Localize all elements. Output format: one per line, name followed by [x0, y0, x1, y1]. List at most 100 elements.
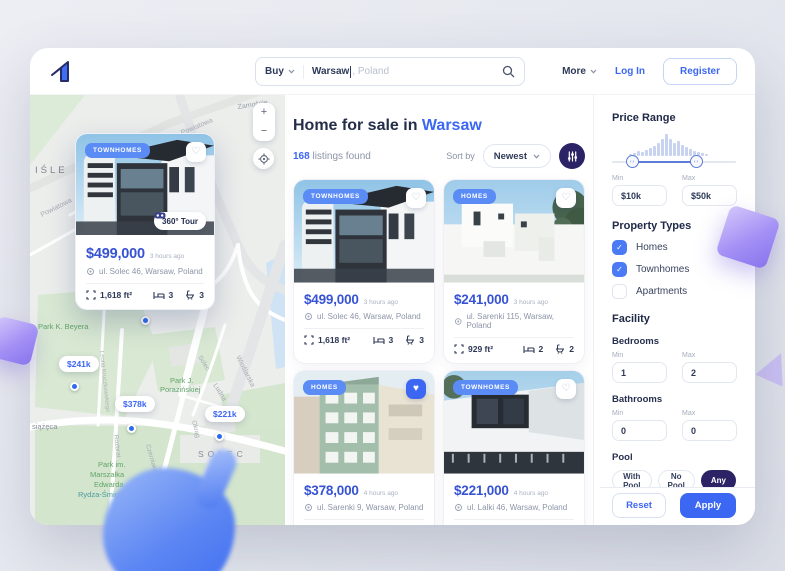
bathrooms-min-input[interactable]	[612, 420, 667, 441]
bed-icon	[372, 336, 385, 344]
top-bar-actions: More Log In Register	[562, 57, 737, 85]
listing-card[interactable]: TOWNHOMES $221,000 4 hours ago ul. Lalki…	[443, 370, 585, 525]
listing-card[interactable]: HOMES $241,000 3 hours ago ul. Sarenki 1…	[443, 179, 585, 364]
search-icon[interactable]	[502, 65, 515, 78]
listing-info: $221,000 4 hours ago ul. Lalki 46, Warsa…	[444, 475, 584, 525]
slider-handle-min[interactable]: ‹›	[626, 155, 639, 168]
favorite-button[interactable]	[556, 379, 576, 399]
sort-by-label: Sort by	[446, 151, 475, 161]
location-pin-icon	[87, 268, 94, 275]
filters-sidebar: Price Range ‹› ‹› Min Max Property Types	[600, 95, 755, 525]
price-max-input[interactable]	[682, 185, 737, 206]
checkbox-apartments[interactable]: ✓ Apartments	[612, 284, 736, 299]
map-label-powisle: IŚLE	[35, 164, 68, 176]
location-pin-icon	[455, 504, 462, 511]
search-suggestion: , Poland	[352, 66, 390, 77]
price-histogram	[629, 132, 709, 156]
search-bar[interactable]: Buy Warsaw , Poland	[255, 57, 525, 86]
map-location-dot[interactable]	[127, 424, 136, 433]
map-zoom-in-button[interactable]: +	[261, 107, 267, 118]
listings-grid: TOWNHOMES $499,000 3 hours ago ul. Solec…	[293, 179, 585, 525]
favorite-button[interactable]	[406, 188, 426, 208]
column-divider	[593, 95, 594, 525]
buy-dropdown[interactable]: Buy	[265, 66, 284, 77]
price-range-title: Price Range	[612, 112, 676, 124]
map-location-dot[interactable]	[141, 316, 150, 325]
listing-card[interactable]: HOMES $378,000 4 hours ago ul. Sarenki 9…	[293, 370, 435, 525]
filters-button[interactable]	[559, 143, 585, 169]
map-price-pin[interactable]: $378k	[115, 396, 155, 412]
listing-photo: HOMES	[444, 180, 584, 284]
more-menu[interactable]: More	[562, 66, 597, 77]
bathrooms-title: Bathrooms	[612, 394, 663, 405]
bath-icon	[406, 335, 415, 345]
search-input[interactable]: Warsaw	[312, 66, 349, 77]
listing-area: 1,618 ft²	[318, 335, 351, 345]
app-window: Buy Warsaw , Poland More Log In Register…	[30, 48, 755, 525]
checkbox-townhomes[interactable]: ✓ Townhomes	[612, 262, 736, 277]
search-divider	[302, 64, 304, 79]
map-location-dot[interactable]	[215, 432, 224, 441]
page-title: Home for sale in Warsaw	[293, 117, 482, 134]
listing-price: $378,000	[304, 483, 359, 498]
listing-beds: 2	[538, 344, 544, 354]
listing-time: 3 hours ago	[363, 299, 399, 306]
listing-card[interactable]: TOWNHOMES $499,000 3 hours ago ul. Solec…	[293, 179, 435, 364]
listing-address: ul. Solec 46, Warsaw, Poland	[99, 267, 203, 276]
listings-panel: Home for sale in Warsaw 168 listings fou…	[285, 95, 593, 525]
chevron-down-icon	[288, 69, 295, 74]
map-zoom-out-button[interactable]: −	[261, 126, 267, 137]
favorite-button[interactable]	[186, 142, 206, 162]
slider-active-range	[632, 161, 696, 163]
decor-triangle	[755, 347, 785, 387]
listing-time: 4 hours ago	[363, 490, 399, 497]
listing-address: ul. Sarenki 115, Warsaw, Poland	[466, 312, 555, 330]
bathrooms-max-input[interactable]	[682, 420, 737, 441]
sliders-icon	[567, 150, 577, 162]
property-types-title: Property Types	[612, 220, 692, 232]
slider-handle-max[interactable]: ‹›	[690, 155, 703, 168]
chevron-down-icon	[590, 69, 597, 74]
price-range-slider[interactable]: ‹› ‹›	[612, 155, 736, 169]
listing-price: $499,000	[86, 246, 145, 262]
bedrooms-max-input[interactable]	[682, 362, 737, 383]
map-locate-button[interactable]	[253, 148, 274, 169]
vr-goggles-icon	[154, 212, 166, 219]
listing-area: 929 ft²	[468, 344, 494, 354]
listing-type-badge: TOWNHOMES	[85, 143, 150, 158]
top-bar: Buy Warsaw , Poland More Log In Register	[30, 48, 755, 95]
map-price-pin[interactable]: $241k	[59, 356, 99, 372]
reset-button[interactable]: Reset	[612, 493, 666, 518]
map-label-park-beyera: Park K. Beyera	[38, 322, 89, 331]
map-price-pin[interactable]: $221k	[205, 406, 245, 422]
sort-dropdown[interactable]: Newest	[482, 144, 551, 168]
listing-time: 4 hours ago	[513, 490, 549, 497]
checkbox-icon[interactable]: ✓	[612, 284, 627, 299]
map-location-dot[interactable]	[70, 382, 79, 391]
checkbox-icon[interactable]: ✓	[612, 240, 627, 255]
apply-button[interactable]: Apply	[680, 493, 736, 518]
tour-360-button[interactable]: 360° Tour	[154, 212, 206, 230]
register-button[interactable]: Register	[662, 57, 737, 85]
listing-time: 3 hours ago	[149, 253, 185, 260]
favorite-button[interactable]	[556, 188, 576, 208]
listing-info: $499,000 3 hours ago ul. Solec 46, Warsa…	[76, 238, 214, 309]
filters-footer: Reset Apply	[600, 487, 755, 525]
checkbox-icon[interactable]: ✓	[612, 262, 627, 277]
login-link[interactable]: Log In	[615, 66, 645, 77]
price-min-input[interactable]	[612, 185, 667, 206]
tour-label: 360° Tour	[162, 216, 198, 226]
listing-type-badge: TOWNHOMES	[453, 380, 518, 395]
listing-type-badge: HOMES	[303, 380, 346, 395]
area-icon	[454, 344, 464, 354]
featured-listing-card[interactable]: TOWNHOMES 360° Tour $499,000 3 hours ago	[75, 133, 215, 310]
listing-price: $241,000	[454, 292, 509, 307]
listing-photo: TOWNHOMES 360° Tour	[76, 134, 214, 238]
results-count: 168 listings found	[293, 150, 371, 162]
map-panel[interactable]: Zamoście Powiatowa Powiatowa IŚLE Park K…	[30, 95, 285, 525]
favorite-button[interactable]	[406, 379, 426, 399]
listing-address: ul. Solec 46, Warsaw, Poland	[317, 312, 421, 321]
bedrooms-min-input[interactable]	[612, 362, 667, 383]
bed-icon	[152, 291, 165, 299]
app-logo[interactable]	[48, 59, 72, 83]
